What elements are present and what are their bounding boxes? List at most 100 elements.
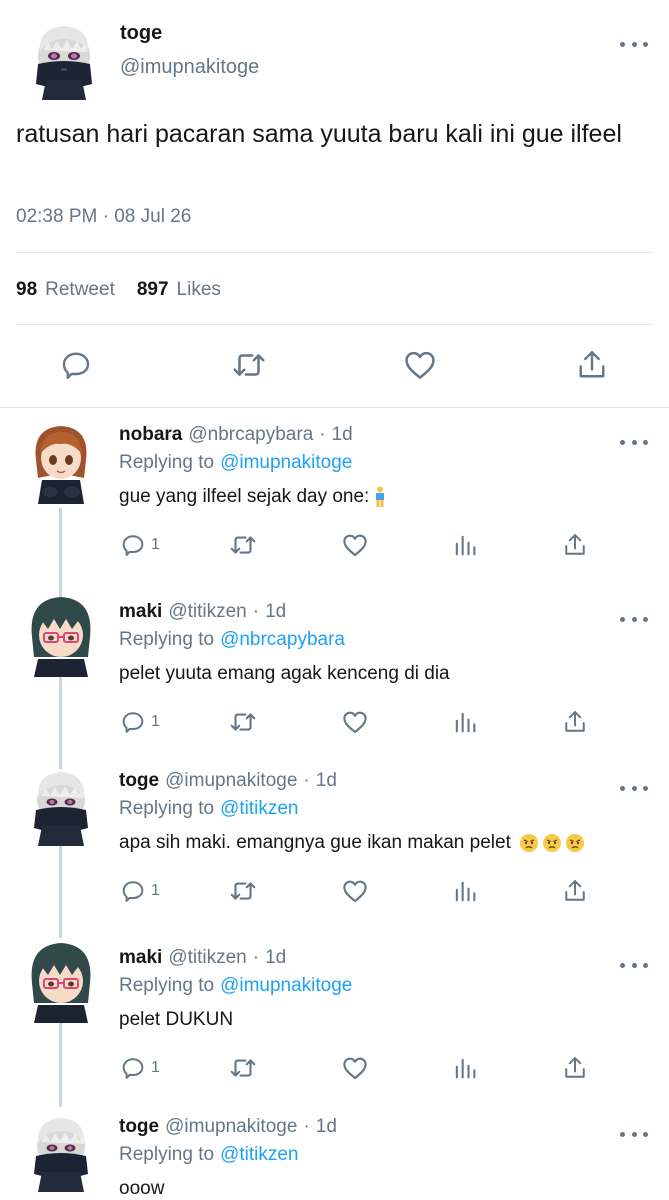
tweet-stats: 98 Retweet 897 Likes [16,279,221,301]
tweet-thread-page: toge @imupnakitoge ratusan hari pacaran … [0,0,669,1200]
replying-to-label: Replying to [119,798,215,819]
retweet-button[interactable] [228,707,258,737]
more-options-icon[interactable] [620,780,648,796]
retweet-icon [230,882,256,900]
retweet-button[interactable] [228,530,258,560]
person-standing-emoji [376,486,385,507]
reply-header: nobara @nbrcapybara · 1d [119,424,353,446]
reply-tweet[interactable]: maki @titikzen · 1d Replying to @nbrcapybara… [0,587,669,755]
reply-tweet[interactable]: nobara @nbrcapybara · 1d Replying to @imupna… [0,410,669,578]
reply-icon [122,1058,144,1079]
separator-dot: · [303,1116,310,1137]
reply-icon [122,535,144,556]
avatar[interactable] [22,418,100,504]
divider [16,252,653,253]
reply-button[interactable]: 1 [119,707,160,737]
reply-text-content: pelet yuuta emang agak kenceng di dia [119,663,450,684]
like-button[interactable] [340,876,370,906]
more-options-icon[interactable] [620,434,648,450]
divider [16,324,653,325]
reply-author-name[interactable]: maki [119,947,162,968]
retweet-button[interactable] [229,345,269,385]
avatar[interactable] [22,591,100,677]
retweet-button[interactable] [228,1053,258,1083]
reply-icon [62,352,90,379]
tweet-text: ratusan hari pacaran sama yuuta baru kal… [16,120,622,148]
more-options-icon[interactable] [620,36,648,52]
reply-text: ooow [119,1178,164,1200]
reply-time[interactable]: 1d [265,601,286,622]
replying-to-handle[interactable]: @titikzen [220,798,298,819]
more-options-icon[interactable] [620,957,648,973]
replying-to: Replying to @titikzen [119,798,298,820]
like-button[interactable] [340,530,370,560]
replying-to-handle[interactable]: @titikzen [220,1144,298,1165]
replying-to-handle[interactable]: @nbrcapybara [220,629,345,650]
reply-author-handle[interactable]: @nbrcapybara [188,424,313,445]
reply-author-handle[interactable]: @imupnakitoge [165,770,297,791]
reply-action-bar: 1 [0,1053,669,1083]
reply-time[interactable]: 1d [316,1116,337,1137]
more-options-icon[interactable] [620,611,648,627]
avatar[interactable] [22,1106,100,1192]
reply-count: 1 [151,536,160,553]
avatar[interactable] [20,12,108,100]
more-options-icon[interactable] [620,1126,648,1142]
tweet-timestamp[interactable]: 02:38 PM · 08 Jul 26 [16,206,191,228]
analytics-button[interactable] [451,707,479,737]
reply-time[interactable]: 1d [265,947,286,968]
reply-author-name[interactable]: toge [119,1116,159,1137]
like-button[interactable] [340,1053,370,1083]
likes-stat[interactable]: 897 Likes [137,279,221,301]
analytics-button[interactable] [451,876,479,906]
reply-author-handle[interactable]: @titikzen [168,601,246,622]
analytics-button[interactable] [451,530,479,560]
analytics-button[interactable] [451,1053,479,1083]
like-icon [343,880,367,903]
replying-to-handle[interactable]: @imupnakitoge [220,452,352,473]
share-button[interactable] [572,345,612,385]
avatar[interactable] [22,937,100,1023]
retweet-stat[interactable]: 98 Retweet [16,279,115,301]
replying-to: Replying to @titikzen [119,1144,298,1166]
like-icon [343,711,367,734]
reply-button[interactable] [56,345,96,385]
author-handle[interactable]: @imupnakitoge [120,56,259,79]
reply-tweet[interactable]: toge @imupnakitoge · 1d Replying to @titikze… [0,1102,669,1200]
reply-header: toge @imupnakitoge · 1d [119,770,337,792]
likes-label: Likes [176,279,221,300]
reply-author-name[interactable]: toge [119,770,159,791]
separator-dot: · [252,947,260,968]
share-icon [565,711,585,732]
divider [0,407,669,408]
retweet-button[interactable] [228,876,258,906]
share-icon [565,534,585,555]
like-button[interactable] [400,345,440,385]
angry-face-emoji [542,834,561,852]
share-button[interactable] [561,876,589,906]
reply-count: 1 [151,882,160,899]
reply-text-content: apa sih maki. emangnya gue ikan makan pe… [119,832,511,853]
reply-author-name[interactable]: nobara [119,424,182,445]
reply-action-bar: 1 [0,707,669,737]
reply-time[interactable]: 1d [316,770,337,791]
share-button[interactable] [561,1053,589,1083]
reply-author-handle[interactable]: @titikzen [168,947,246,968]
share-button[interactable] [561,530,589,560]
reply-button[interactable]: 1 [119,530,160,560]
reply-button[interactable]: 1 [119,1053,160,1083]
main-tweet: toge @imupnakitoge ratusan hari pacaran … [0,0,669,408]
reply-author-name[interactable]: maki [119,601,162,622]
reply-tweet[interactable]: maki @titikzen · 1d Replying to @imupnakitog… [0,933,669,1101]
analytics-icon [455,535,476,556]
avatar[interactable] [22,760,100,846]
share-button[interactable] [561,707,589,737]
reply-tweet[interactable]: toge @imupnakitoge · 1d Replying to @titikze… [0,756,669,924]
reply-author-handle[interactable]: @imupnakitoge [165,1116,297,1137]
reply-time[interactable]: 1d [332,424,353,445]
angry-face-emoji [519,834,538,852]
like-button[interactable] [340,707,370,737]
author-name[interactable]: toge [120,22,162,45]
replying-to-handle[interactable]: @imupnakitoge [220,975,352,996]
reply-button[interactable]: 1 [119,876,160,906]
